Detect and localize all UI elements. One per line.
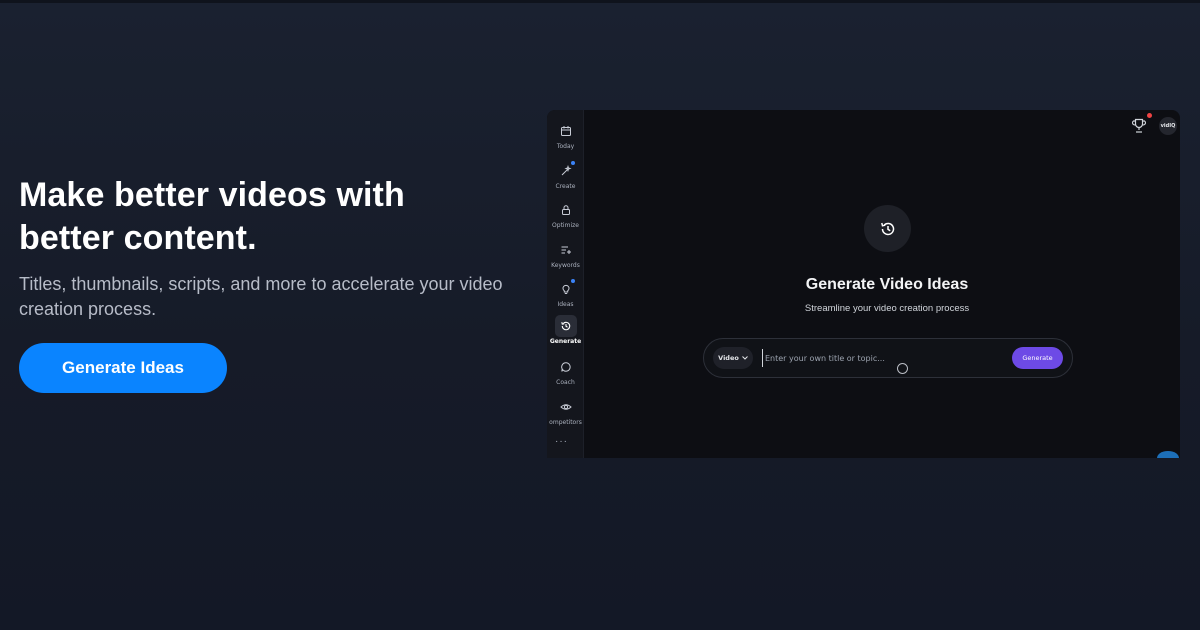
history-icon (554, 315, 577, 337)
sidebar-item-keywords[interactable]: Keywords (547, 239, 584, 277)
magic-wand-icon (555, 160, 577, 182)
sidebar-item-label: Keywords (551, 262, 580, 269)
lightbulb-icon (555, 278, 577, 300)
hero-subtitle: Titles, thumbnails, scripts, and more to… (19, 272, 519, 322)
sidebar-item-label: Coach (556, 379, 575, 386)
history-icon (880, 222, 894, 235)
sidebar-item-generate[interactable]: Generate (547, 315, 584, 353)
sidebar-item-coach[interactable]: Coach (547, 356, 584, 394)
generate-subheading: Streamline your video creation process (804, 303, 970, 314)
hero-title-line-1: Make better videos with (19, 176, 405, 214)
more-icon[interactable]: ··· (555, 436, 568, 447)
lock-icon (555, 199, 577, 221)
sidebar-item-label: ompetitors (549, 419, 582, 426)
app-sidebar: Today Create Optimize Keywords Ideas Gen… (547, 110, 584, 458)
avatar[interactable]: vidIQ (1159, 117, 1177, 135)
notification-dot (570, 279, 575, 283)
notification-dot (1147, 113, 1152, 118)
sidebar-item-label: Create (555, 183, 576, 190)
hero-subtitle-line-2: creation process. (19, 299, 157, 319)
app-preview: Today Create Optimize Keywords Ideas Gen… (547, 110, 1180, 458)
sidebar-item-label: Optimize (552, 222, 579, 229)
generate-button[interactable]: Generate (1012, 347, 1063, 369)
generate-heading: Generate Video Ideas (805, 276, 969, 293)
format-select-value: Video (718, 354, 739, 362)
sidebar-item-label: Generate (549, 338, 582, 345)
generate-ideas-button[interactable]: Generate Ideas (19, 343, 227, 393)
trophy-icon[interactable] (1132, 118, 1146, 134)
sidebar-item-label: Ideas (557, 301, 574, 308)
sidebar-item-label: Today (556, 143, 575, 150)
calendar-icon (555, 120, 577, 142)
chat-bubble-icon (555, 356, 577, 378)
hero-subtitle-line-1: Titles, thumbnails, scripts, and more to… (19, 274, 503, 294)
hero-section: Make better videos with better content. … (19, 174, 519, 322)
list-plus-icon (555, 239, 577, 261)
idea-input-bar: Video Generate (703, 338, 1073, 378)
top-strip (0, 0, 1200, 3)
generate-badge (864, 205, 911, 252)
chat-launcher[interactable] (1157, 451, 1179, 458)
topic-input[interactable] (762, 349, 1002, 367)
format-select[interactable]: Video (713, 347, 753, 369)
hero-title: Make better videos with better content. (19, 174, 519, 260)
notification-dot (570, 161, 575, 165)
sidebar-item-create[interactable]: Create (547, 160, 584, 198)
sidebar-item-today[interactable]: Today (547, 120, 584, 158)
cursor-indicator (897, 363, 908, 374)
sidebar-item-optimize[interactable]: Optimize (547, 199, 584, 237)
sidebar-item-ideas[interactable]: Ideas (547, 278, 584, 316)
sidebar-item-competitors[interactable]: ompetitors (547, 396, 584, 434)
eye-icon (555, 396, 577, 418)
chevron-down-icon (741, 356, 748, 360)
hero-title-line-2: better content. (19, 219, 257, 257)
